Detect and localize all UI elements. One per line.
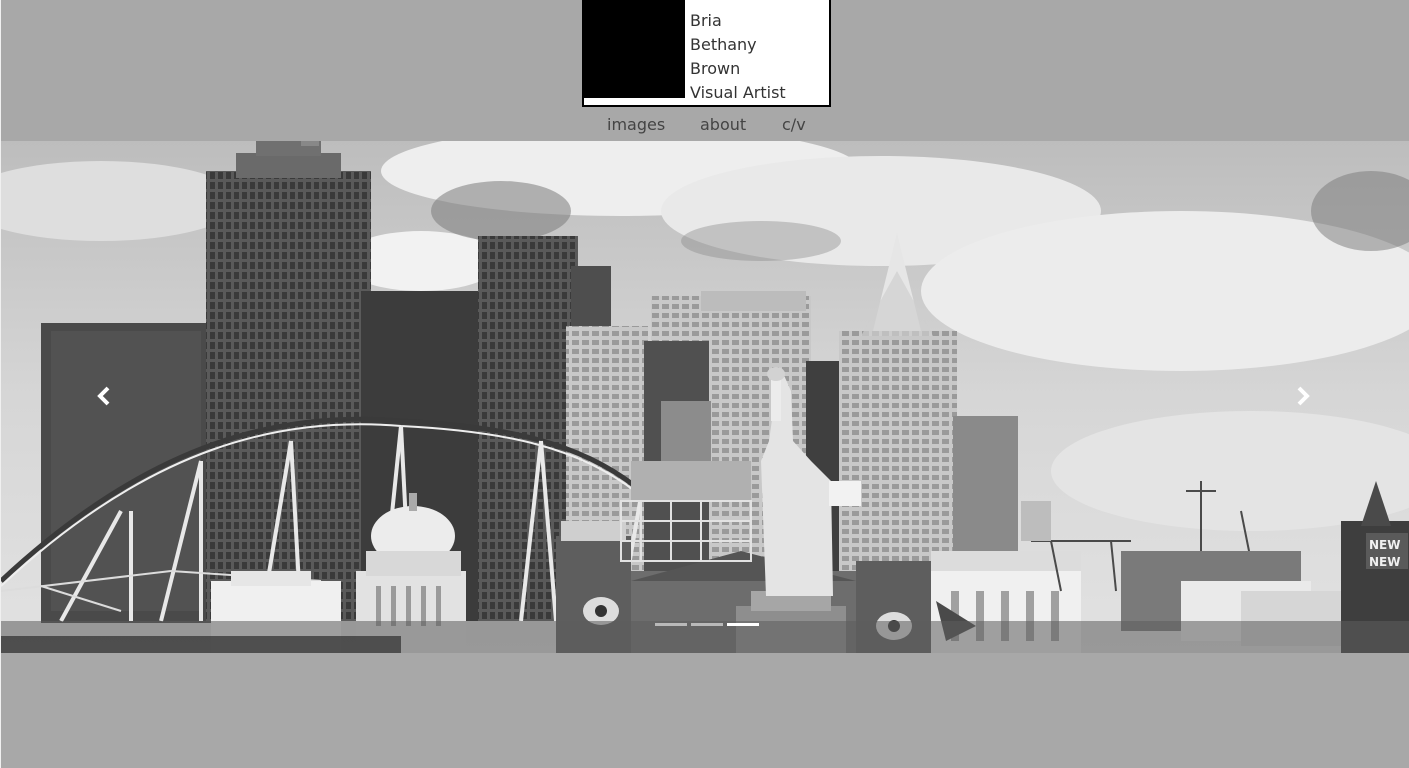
logo-block[interactable] bbox=[584, 0, 685, 98]
carousel-prev-button[interactable] bbox=[89, 381, 119, 411]
sign-text-1: NEW bbox=[1369, 538, 1400, 552]
chevron-right-icon bbox=[1297, 386, 1310, 406]
site-header-card: Bria Bethany Brown Visual Artist bbox=[582, 0, 831, 107]
main-nav: images about c/v bbox=[0, 112, 1409, 138]
carousel-indicator-1[interactable] bbox=[655, 623, 687, 626]
nav-cv[interactable]: c/v bbox=[782, 115, 806, 134]
carousel-next-button[interactable] bbox=[1288, 381, 1318, 411]
name-line-title: Visual Artist bbox=[690, 83, 786, 102]
carousel-indicator-3-active[interactable] bbox=[727, 623, 759, 626]
nav-about[interactable]: about bbox=[700, 115, 746, 134]
nav-images[interactable]: images bbox=[607, 115, 665, 134]
artist-name: Bria Bethany Brown Visual Artist bbox=[690, 9, 786, 105]
sign-text-2: NEW bbox=[1369, 555, 1400, 569]
name-line-first: Bria bbox=[690, 11, 722, 30]
name-line-middle: Bethany bbox=[690, 35, 757, 54]
chevron-left-icon bbox=[97, 386, 110, 406]
carousel-slide-image: NEW NEW bbox=[1, 141, 1409, 653]
carousel-indicator-2[interactable] bbox=[691, 623, 723, 626]
name-line-last: Brown bbox=[690, 59, 741, 78]
image-carousel[interactable]: NEW NEW bbox=[1, 141, 1409, 653]
